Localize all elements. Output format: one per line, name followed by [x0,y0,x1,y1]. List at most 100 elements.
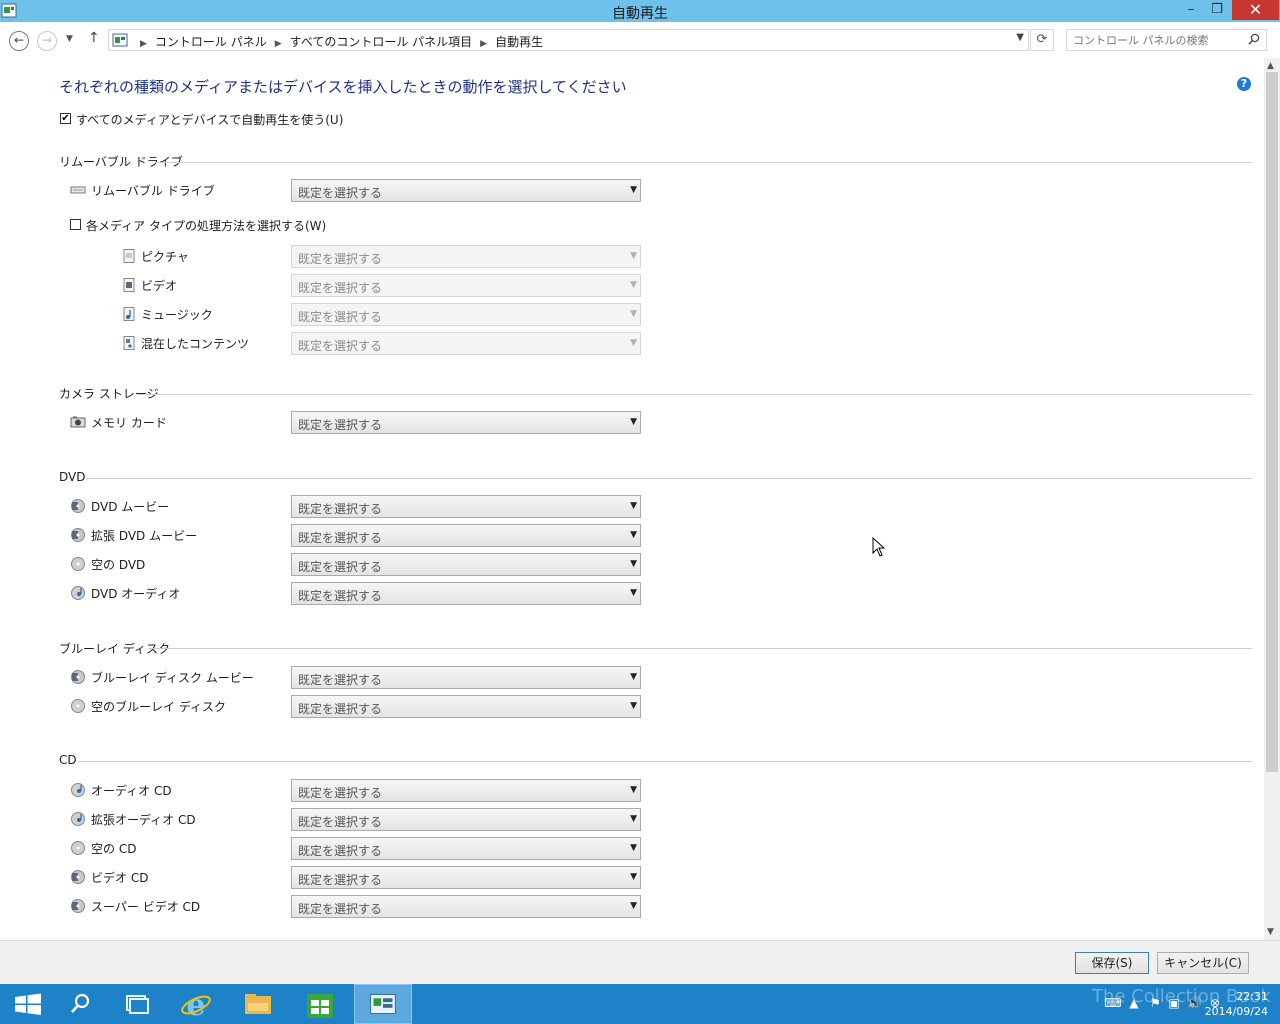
forward-button[interactable]: → [37,31,57,51]
picture-icon [123,249,135,263]
search-input[interactable] [1073,32,1238,48]
dvd-audio-select[interactable]: 既定を選択する ▼ [291,582,641,605]
select-value: 既定を選択する [298,786,383,800]
chevron-down-icon: ▼ [630,251,637,261]
autoplay-settings-panel: それぞれの種類のメディアまたはデバイスを挿入したときの動作を選択してください ?… [0,58,1264,940]
search-box[interactable] [1066,29,1267,51]
video-label: ビデオ [141,279,178,293]
navigation-bar: ← → ▼ ↑ ▶ コントロール パネル ▶ すべてのコントロール パネル項目 ▶ 自動再… [0,22,1280,58]
scrollbar-thumb[interactable] [1266,72,1278,772]
help-icon[interactable]: ? [1237,77,1251,91]
removable-drive-select[interactable]: 既定を選択する ▼ [291,179,641,202]
mixed-content-icon [123,336,135,350]
breadcrumb-autoplay[interactable]: 自動再生 [495,35,543,49]
audio-cd-select[interactable]: 既定を選択する ▼ [291,779,641,802]
chevron-down-icon: ▼ [630,814,637,824]
address-bar[interactable]: ▶ コントロール パネル ▶ すべてのコントロール パネル項目 ▶ 自動再生 ▼ [108,29,1029,51]
chevron-down-icon: ▼ [630,417,637,427]
video-cd-select[interactable]: 既定を選択する ▼ [291,866,641,889]
control-panel-taskbar-icon[interactable] [354,984,412,1024]
clock[interactable]: 22:31 2014/09/24 [1205,989,1268,1019]
audio-disc-icon [71,812,85,826]
chevron-down-icon: ▼ [630,280,637,290]
use-autoplay-checkbox[interactable]: ✔ [60,113,71,124]
back-button[interactable]: ← [9,31,29,51]
dvd-movie-select[interactable]: 既定を選択する ▼ [291,495,641,518]
vertical-scrollbar[interactable]: ▲ ▼ [1264,58,1280,940]
close-button[interactable]: ✕ [1232,0,1279,20]
bluray-movie-select[interactable]: 既定を選択する ▼ [291,666,641,689]
camera-icon [70,416,86,428]
start-button[interactable] [0,984,56,1024]
chevron-down-icon: ▼ [630,530,637,540]
search-icon[interactable] [52,984,108,1024]
blank-dvd-select[interactable]: 既定を選択する ▼ [291,553,641,576]
internet-explorer-icon[interactable]: e [168,984,224,1024]
section-divider [155,162,1252,163]
recent-locations-dropdown[interactable]: ▼ [66,34,73,44]
title-bar: 自動再生 – ❐ ✕ [0,0,1280,22]
memory-card-select[interactable]: 既定を選択する ▼ [291,411,641,434]
super-video-cd-select[interactable]: 既定を選択する ▼ [291,895,641,918]
section-divider [137,394,1252,395]
page-title: それぞれの種類のメディアまたはデバイスを挿入したときの動作を選択してください [59,78,627,96]
chevron-down-icon: ▼ [630,559,637,569]
task-view-icon[interactable] [108,984,164,1024]
video-select[interactable]: 既定を選択する ▼ [291,274,641,297]
refresh-icon: ⟳ [1036,32,1048,47]
chevron-down-icon: ▼ [630,901,637,911]
section-divider [78,761,1252,762]
blank-cd-select[interactable]: 既定を選択する ▼ [291,837,641,860]
dvd-enhanced-icon [71,528,85,542]
bluray-movie-icon [71,670,85,684]
minimize-button[interactable]: – [1180,0,1202,20]
per-media-type-checkbox[interactable] [70,219,81,230]
chevron-up-icon[interactable]: ▲ [1129,996,1138,1010]
picture-select[interactable]: 既定を選択する ▼ [291,245,641,268]
select-value: 既定を選択する [298,560,383,574]
select-value: 既定を選択する [298,281,383,295]
dvd-enhanced-select[interactable]: 既定を選択する ▼ [291,524,641,547]
up-button[interactable]: ↑ [88,30,100,46]
video-disc-icon [71,870,85,884]
blank-cd-label: 空の CD [91,842,137,856]
chevron-down-icon: ▼ [630,672,637,682]
taskbar: e The Collection Book ⌨ ▲ ⚑ ▣ 🔊 ⊗ 22:31 … [0,984,1280,1024]
network-icon[interactable]: ▣ [1168,996,1179,1010]
dvd-movie-label: DVD ムービー [91,500,170,514]
blank-bluray-select[interactable]: 既定を選択する ▼ [291,695,641,718]
volume-icon[interactable]: 🔊 [1187,996,1202,1010]
chevron-right-icon[interactable]: ▶ [480,39,487,49]
per-media-type-label[interactable]: 各メディア タイプの処理方法を選択する(W) [86,217,326,234]
blank-disc-icon [71,699,85,713]
breadcrumb: ▶ コントロール パネル ▶ すべてのコントロール パネル項目 ▶ 自動再生 [132,33,543,50]
use-autoplay-label[interactable]: すべてのメディアとデバイスで自動再生を使う(U) [76,111,343,128]
refresh-button[interactable]: ⟳ [1030,29,1054,51]
search-icon[interactable] [1248,33,1260,45]
mixed-content-select[interactable]: 既定を選択する ▼ [291,332,641,355]
breadcrumb-all-items[interactable]: すべてのコントロール パネル項目 [290,35,473,49]
arrow-right-icon: → [41,33,53,47]
cancel-button[interactable]: キャンセル(C) [1157,952,1249,974]
chevron-right-icon: ▶ [140,39,147,49]
chevron-down-icon: ▼ [630,785,637,795]
store-icon[interactable] [292,984,348,1024]
music-select[interactable]: 既定を選択する ▼ [291,303,641,326]
chevron-down-icon: ▼ [630,701,637,711]
chevron-down-icon[interactable]: ▼ [1016,32,1024,43]
keyboard-icon[interactable]: ⌨ [1104,996,1121,1010]
chevron-right-icon[interactable]: ▶ [275,39,282,49]
file-explorer-icon[interactable] [230,984,286,1024]
maximize-button[interactable]: ❐ [1206,0,1228,20]
window-title: 自動再生 [612,6,668,22]
flag-icon[interactable]: ⚑ [1150,996,1161,1010]
save-button[interactable]: 保存(S) [1075,952,1149,974]
enhanced-audio-cd-select[interactable]: 既定を選択する ▼ [291,808,641,831]
video-icon [123,278,135,292]
scroll-up-icon[interactable]: ▲ [1267,61,1274,71]
scroll-down-icon[interactable]: ▼ [1267,927,1274,937]
blank-disc-icon [71,557,85,571]
removable-drive-label: リムーバブル ドライブ [91,184,215,198]
breadcrumb-control-panel[interactable]: コントロール パネル [155,35,267,49]
section-divider [86,478,1252,479]
